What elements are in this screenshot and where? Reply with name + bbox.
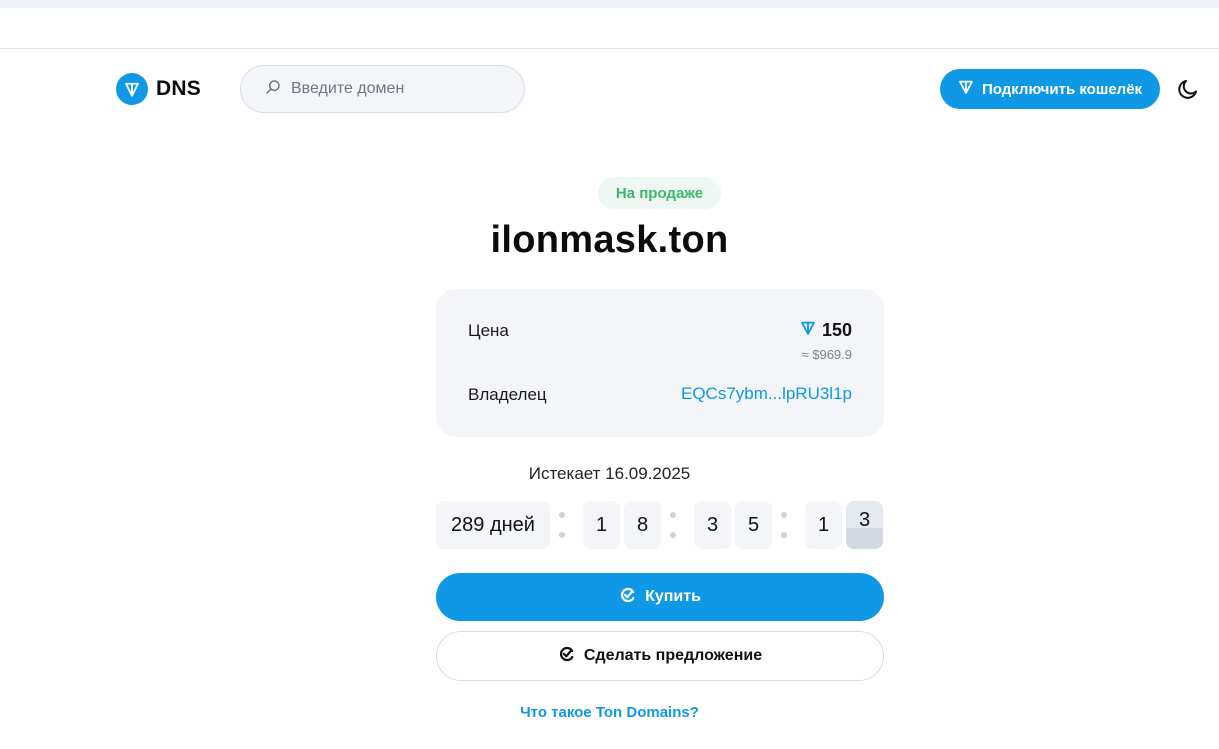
price-value: 150 [800, 320, 852, 341]
timer-minutes-tens: 3 [694, 501, 731, 549]
search-input[interactable] [291, 80, 511, 98]
buy-label: Купить [645, 588, 701, 605]
timer-separator [781, 512, 787, 538]
status-badge: На продаже [598, 177, 721, 209]
timer-seconds-tens: 1 [805, 501, 842, 549]
header-divider [0, 48, 1219, 49]
timer-hours-tens: 1 [583, 501, 620, 549]
make-offer-button[interactable]: Сделать предложение [436, 631, 884, 681]
theme-toggle-moon-icon[interactable] [1176, 77, 1200, 101]
ton-currency-icon [800, 320, 816, 341]
expiry-text: Истекает 16.09.2025 [528, 464, 691, 483]
buy-icon [619, 586, 637, 609]
timer-minutes-ones: 5 [735, 501, 772, 549]
search-icon [265, 79, 281, 100]
offer-icon [558, 645, 576, 668]
domain-details-card: Цена 150 ≈ $969.9 Владелец EQCs7ybm...lp… [436, 289, 884, 437]
timer-separator [559, 512, 565, 538]
connect-wallet-button[interactable]: Подключить кошелёк [940, 69, 1160, 109]
top-strip [0, 0, 1219, 8]
timer-seconds-ones: 3 [846, 501, 883, 549]
timer-days: 289 дней [436, 501, 550, 549]
domain-search[interactable] [240, 65, 525, 113]
buy-button[interactable]: Купить [436, 573, 884, 621]
owner-label: Владелец [468, 385, 547, 404]
ton-diamond-icon [958, 79, 974, 99]
dns-logo[interactable]: DNS [116, 73, 201, 105]
timer-hours-ones: 8 [624, 501, 661, 549]
domain-name: ilonmask.ton [490, 219, 729, 261]
owner-address-link[interactable]: EQCs7ybm...lpRU3l1p [681, 384, 852, 404]
price-amount: 150 [821, 320, 852, 340]
price-label: Цена [468, 321, 509, 340]
ton-logo-icon [116, 73, 148, 105]
flip-card-bottom [846, 528, 883, 549]
connect-wallet-label: Подключить кошелёк [981, 80, 1143, 98]
price-usd: ≈ $969.9 [801, 347, 852, 362]
logo-text: DNS [156, 77, 201, 100]
what-is-ton-domains-link[interactable]: Что такое Ton Domains? [0, 704, 1219, 721]
make-offer-label: Сделать предложение [583, 647, 763, 664]
timer-separator [670, 512, 676, 538]
